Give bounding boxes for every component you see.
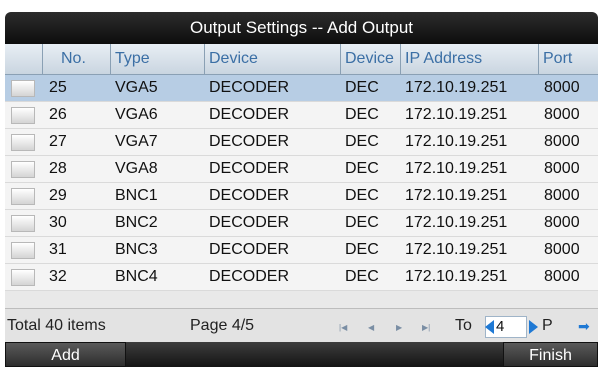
cell-type: VGA8 — [115, 160, 158, 177]
cell-no: 25 — [49, 79, 67, 96]
header-device[interactable]: Device — [205, 44, 341, 74]
cell-type: VGA6 — [115, 106, 158, 123]
row-checkbox[interactable] — [11, 134, 35, 151]
header-device-short[interactable]: Device — [341, 44, 401, 74]
cell-ip-address: 172.10.19.251 — [405, 79, 508, 96]
cell-device: DECODER — [209, 187, 290, 204]
cell-no: 28 — [49, 160, 67, 177]
cell-port: 8000 — [544, 106, 580, 123]
page-number-input[interactable]: 4 — [485, 316, 538, 338]
cell-type: VGA5 — [115, 79, 158, 96]
cell-device-short: DEC — [345, 241, 379, 258]
table-row[interactable]: 31 BNC3 DECODER DEC 172.10.19.251 8000 — [5, 237, 598, 264]
total-items: Total 40 items — [7, 317, 106, 334]
cell-port: 8000 — [544, 241, 580, 258]
table-row[interactable]: 26 VGA6 DECODER DEC 172.10.19.251 8000 — [5, 102, 598, 129]
cell-device-short: DEC — [345, 79, 379, 96]
p-label: P — [542, 317, 553, 334]
cell-ip-address: 172.10.19.251 — [405, 214, 508, 231]
cell-device-short: DEC — [345, 187, 379, 204]
cell-ip-address: 172.10.19.251 — [405, 106, 508, 123]
title-bar: Output Settings -- Add Output — [0, 0, 603, 44]
cell-port: 8000 — [544, 160, 580, 177]
table-row[interactable]: 30 BNC2 DECODER DEC 172.10.19.251 8000 — [5, 210, 598, 237]
page-number-value: 4 — [496, 318, 505, 335]
page-decrement-icon[interactable] — [485, 320, 494, 334]
cell-device: DECODER — [209, 106, 290, 123]
table-row[interactable]: 29 BNC1 DECODER DEC 172.10.19.251 8000 — [5, 183, 598, 210]
cell-device-short: DEC — [345, 268, 379, 285]
table-row[interactable]: 25 VGA5 DECODER DEC 172.10.19.251 8000 — [5, 75, 598, 102]
add-button[interactable]: Add — [5, 342, 126, 367]
go-arrow-icon[interactable]: ➡ — [578, 309, 590, 343]
row-checkbox[interactable] — [11, 215, 35, 232]
row-checkbox[interactable] — [11, 161, 35, 178]
cell-no: 30 — [49, 214, 67, 231]
cell-no: 27 — [49, 133, 67, 150]
output-settings-window: Output Settings -- Add Output No. Type D… — [0, 0, 603, 367]
first-page-icon[interactable]: |◀ — [339, 323, 347, 332]
cell-port: 8000 — [544, 187, 580, 204]
cell-ip-address: 172.10.19.251 — [405, 160, 508, 177]
cell-no: 29 — [49, 187, 67, 204]
header-port[interactable]: Port — [539, 44, 598, 74]
header-no[interactable]: No. — [43, 44, 111, 74]
page-increment-icon[interactable] — [529, 320, 538, 334]
cell-type: BNC4 — [115, 268, 158, 285]
cell-device: DECODER — [209, 160, 290, 177]
row-checkbox[interactable] — [11, 188, 35, 205]
cell-device: DECODER — [209, 214, 290, 231]
cell-ip-address: 172.10.19.251 — [405, 133, 508, 150]
header-ip-address[interactable]: IP Address — [401, 44, 539, 74]
cell-device-short: DEC — [345, 214, 379, 231]
cell-device: DECODER — [209, 79, 290, 96]
row-checkbox[interactable] — [11, 107, 35, 124]
cell-device: DECODER — [209, 241, 290, 258]
cell-ip-address: 172.10.19.251 — [405, 187, 508, 204]
title-bar-inner: Output Settings -- Add Output — [5, 12, 598, 44]
header-checkbox-column — [5, 44, 43, 74]
finish-button[interactable]: Finish — [503, 342, 598, 367]
header-type[interactable]: Type — [111, 44, 205, 74]
row-checkbox[interactable] — [11, 269, 35, 286]
cell-no: 32 — [49, 268, 67, 285]
table-row[interactable]: 27 VGA7 DECODER DEC 172.10.19.251 8000 — [5, 129, 598, 156]
pagination-bar: Total 40 items Page 4/5 |◀ ◀ ▶ ▶| To 4 P… — [5, 308, 598, 343]
table-row[interactable]: 28 VGA8 DECODER DEC 172.10.19.251 8000 — [5, 156, 598, 183]
cell-no: 31 — [49, 241, 67, 258]
cell-no: 26 — [49, 106, 67, 123]
cell-device-short: DEC — [345, 160, 379, 177]
prev-page-icon[interactable]: ◀ — [368, 323, 374, 332]
row-checkbox[interactable] — [11, 242, 35, 259]
cell-port: 8000 — [544, 79, 580, 96]
next-page-icon[interactable]: ▶ — [396, 323, 402, 332]
cell-device-short: DEC — [345, 106, 379, 123]
table-header: No. Type Device Device IP Address Port — [5, 44, 598, 75]
table-row[interactable]: 32 BNC4 DECODER DEC 172.10.19.251 8000 — [5, 264, 598, 291]
cell-type: BNC3 — [115, 241, 158, 258]
cell-port: 8000 — [544, 214, 580, 231]
cell-ip-address: 172.10.19.251 — [405, 241, 508, 258]
to-label: To — [455, 317, 472, 334]
last-page-icon[interactable]: ▶| — [422, 323, 430, 332]
cell-type: BNC2 — [115, 214, 158, 231]
cell-port: 8000 — [544, 268, 580, 285]
row-checkbox[interactable] — [11, 80, 35, 97]
cell-ip-address: 172.10.19.251 — [405, 268, 508, 285]
window-title: Output Settings -- Add Output — [189, 18, 414, 37]
page-indicator: Page 4/5 — [190, 317, 255, 334]
cell-device: DECODER — [209, 133, 290, 150]
bottom-button-bar: Add Finish — [5, 342, 598, 367]
cell-device: DECODER — [209, 268, 290, 285]
cell-device-short: DEC — [345, 133, 379, 150]
cell-type: BNC1 — [115, 187, 158, 204]
cell-type: VGA7 — [115, 133, 158, 150]
cell-port: 8000 — [544, 133, 580, 150]
